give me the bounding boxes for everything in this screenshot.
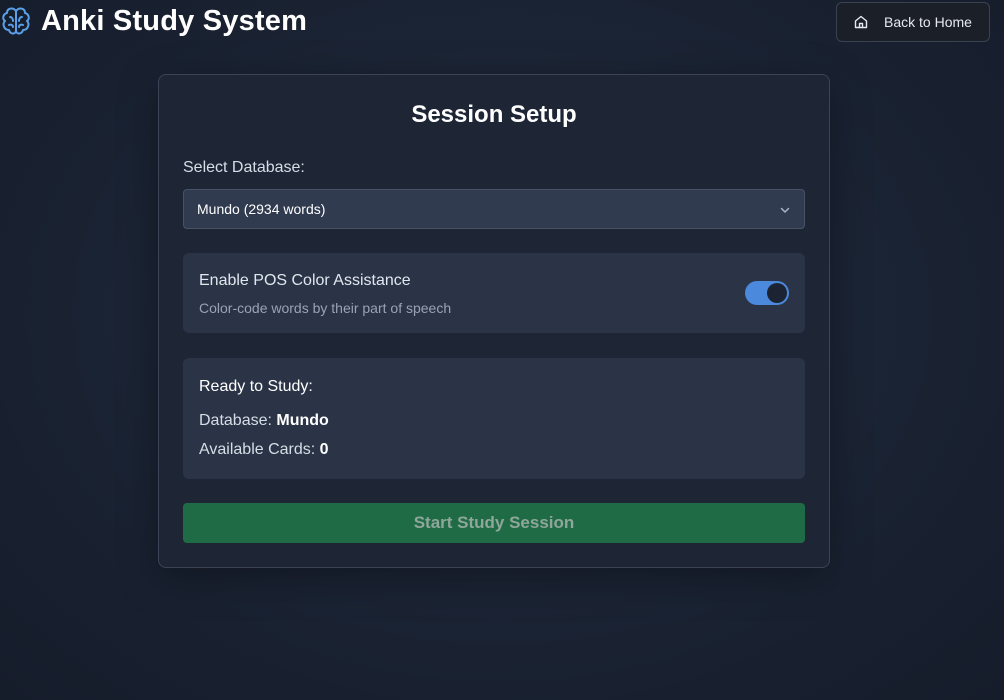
toggle-knob — [767, 283, 787, 303]
ready-title: Ready to Study: — [199, 378, 313, 395]
session-setup-card: Session Setup Select Database: Mundo (29… — [158, 74, 830, 568]
brand: Anki Study System — [0, 4, 307, 38]
database-summary-label: Database: — [199, 412, 277, 429]
pos-color-panel: Enable POS Color Assistance Color-code w… — [183, 253, 805, 333]
pos-option-description: Color-code words by their part of speech — [199, 300, 452, 316]
database-label: Select Database: — [183, 159, 305, 176]
chevron-down-icon — [780, 207, 790, 213]
back-to-home-button[interactable]: Back to Home — [836, 2, 990, 42]
home-icon — [854, 15, 868, 29]
brain-icon — [2, 7, 30, 35]
pos-option-title: Enable POS Color Assistance — [199, 272, 411, 289]
card-title: Session Setup — [411, 101, 577, 128]
app-title: Anki Study System — [41, 5, 308, 37]
database-select-value: Mundo (2934 words) — [197, 201, 326, 217]
back-to-home-label: Back to Home — [884, 14, 972, 30]
app-header: Anki Study System Back to Home — [0, 0, 1004, 44]
available-cards-summary: Available Cards: 0 — [199, 441, 329, 459]
database-select[interactable]: Mundo (2934 words) — [183, 189, 805, 229]
available-cards-value: 0 — [319, 441, 329, 458]
available-cards-label: Available Cards: — [199, 441, 320, 458]
start-study-session-button[interactable]: Start Study Session — [183, 503, 805, 543]
ready-summary-panel: Ready to Study: Database: Mundo Availabl… — [183, 358, 805, 479]
database-summary: Database: Mundo — [199, 412, 329, 430]
database-summary-value: Mundo — [276, 412, 329, 429]
pos-color-toggle[interactable] — [745, 281, 789, 305]
